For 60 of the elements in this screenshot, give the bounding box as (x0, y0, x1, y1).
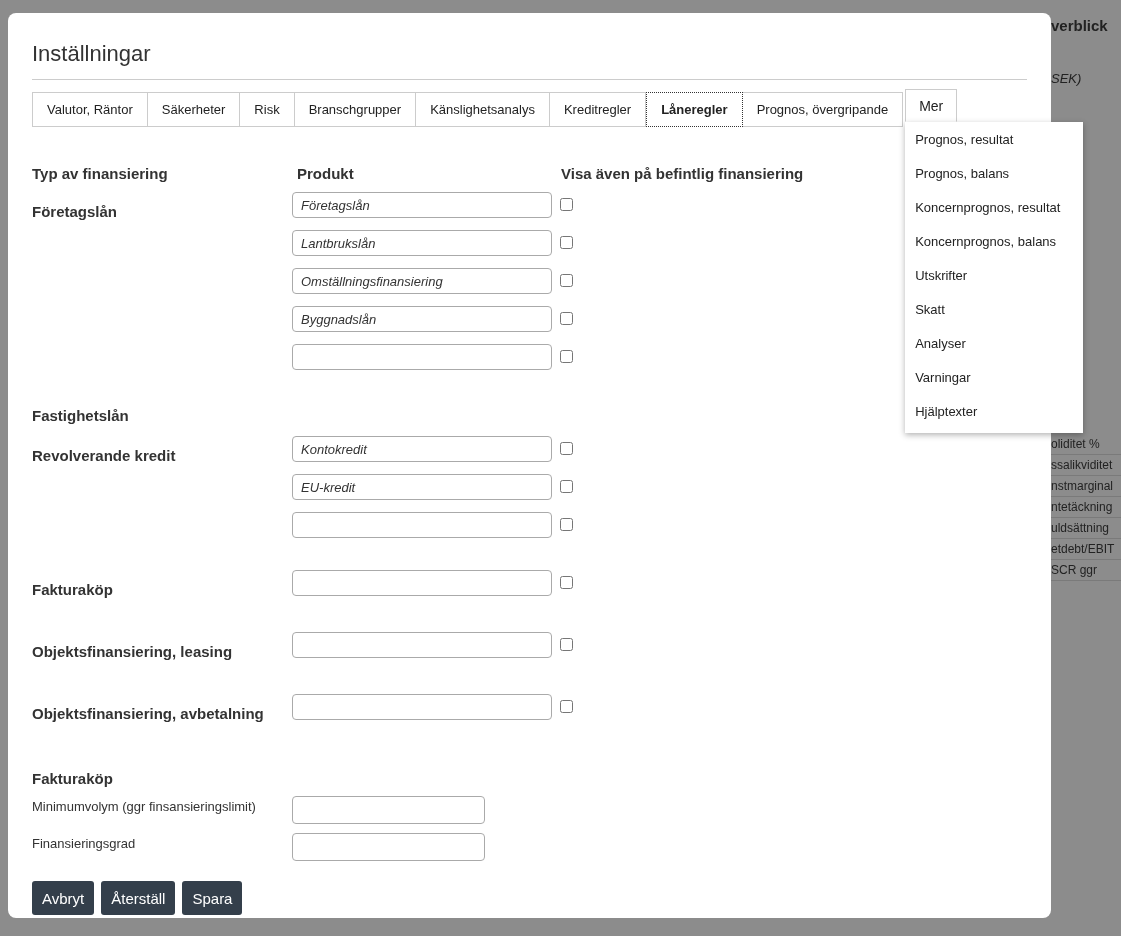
menu-item[interactable]: Utskrifter (905, 259, 1084, 293)
column-header: Typ av finansiering (32, 165, 169, 182)
checkbox[interactable] (560, 700, 573, 713)
menu-item[interactable]: Hjälptexter (905, 395, 1084, 429)
checkbox[interactable] (560, 198, 573, 211)
tab[interactable]: Låneregler (646, 92, 743, 127)
tab[interactable]: Valutor, Räntor (32, 92, 148, 127)
product-field[interactable] (292, 632, 552, 658)
group-label: Objektsfinansiering, leasing (32, 642, 234, 662)
tab[interactable]: Känslighetsanalys (416, 92, 550, 127)
tab[interactable]: Prognos, övergripande (742, 92, 904, 127)
menu-item[interactable]: Analyser (905, 327, 1084, 361)
group-label: Fakturaköp (32, 580, 114, 600)
product-field[interactable]: Lantbrukslån (292, 230, 552, 256)
input-field[interactable] (292, 796, 485, 824)
product-field[interactable] (292, 694, 552, 720)
checkbox[interactable] (560, 274, 573, 287)
input-field[interactable] (292, 833, 485, 861)
tab[interactable]: Risk (240, 92, 295, 127)
tab[interactable]: Branschgrupper (294, 92, 417, 127)
menu-item[interactable]: Skatt (905, 293, 1084, 327)
tab[interactable]: Säkerheter (147, 92, 241, 127)
group-label: Fastighetslån (32, 406, 130, 426)
product-field[interactable] (292, 344, 552, 370)
section-title: Fakturaköp (32, 770, 114, 787)
tab[interactable]: Kreditregler (549, 92, 647, 127)
more-tab[interactable]: Mer (905, 89, 958, 122)
checkbox[interactable] (560, 638, 573, 651)
checkbox[interactable] (560, 312, 573, 325)
product-field[interactable]: Omställningsfinansiering (292, 268, 552, 294)
action-button[interactable]: Spara (182, 881, 243, 915)
field-label: Finansieringsgrad (32, 835, 137, 851)
product-field[interactable] (292, 512, 552, 538)
checkbox[interactable] (560, 518, 573, 531)
product-field[interactable] (292, 570, 552, 596)
page-heading: verblick (1051, 17, 1109, 34)
checkbox[interactable] (560, 236, 573, 249)
product-field[interactable]: Kontokredit (292, 436, 552, 462)
menu-item[interactable]: Varningar (905, 361, 1084, 395)
product-field[interactable]: Byggnadslån (292, 306, 552, 332)
checkbox[interactable] (560, 350, 573, 363)
menu-item[interactable]: Koncernprognos, balans (905, 225, 1084, 259)
product-field[interactable]: Företagslån (292, 192, 552, 218)
dialog-title: Inställningar (32, 41, 1027, 80)
group-label: Företagslån (32, 202, 119, 222)
checkbox[interactable] (560, 442, 573, 455)
menu-item[interactable]: Koncernprognos, resultat (905, 191, 1084, 225)
column-header: Produkt (297, 165, 355, 182)
action-button[interactable]: Återställ (101, 881, 176, 915)
menu-item[interactable]: Prognos, resultat (905, 123, 1084, 157)
menu-item[interactable]: Prognos, balans (905, 157, 1084, 191)
checkbox[interactable] (560, 576, 573, 589)
group-label: Objektsfinansiering, avbetalning (32, 704, 265, 724)
page-subheading: SEK) (1051, 71, 1083, 86)
column-header: Visa även på befintlig finansiering (561, 165, 804, 182)
action-button[interactable]: Avbryt (32, 881, 95, 915)
product-field[interactable]: EU-kredit (292, 474, 552, 500)
group-label: Revolverande kredit (32, 446, 177, 466)
checkbox[interactable] (560, 480, 573, 493)
field-label: Minimumvolym (ggr finsansieringslimit) (32, 798, 257, 814)
